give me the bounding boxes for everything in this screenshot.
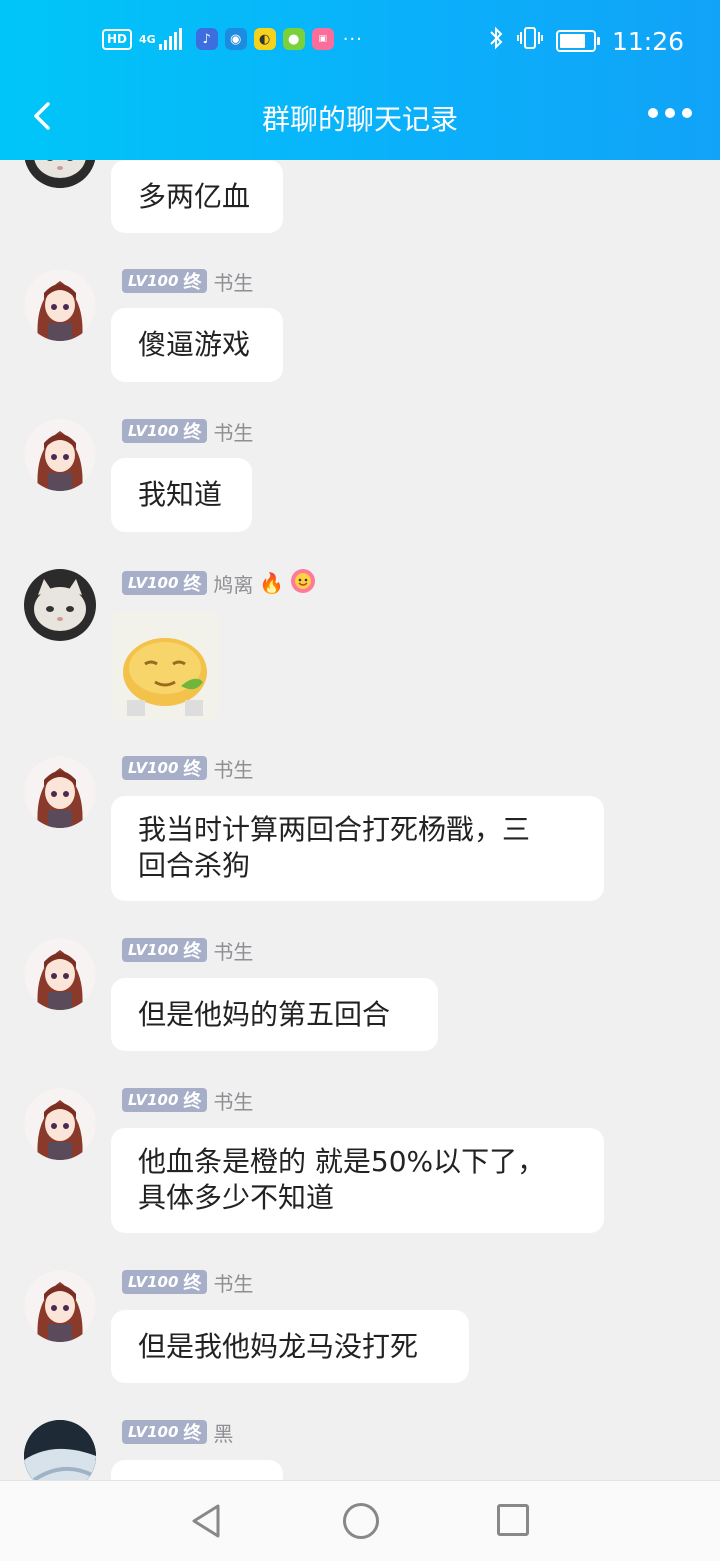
- avatar[interactable]: [24, 938, 96, 1010]
- sender-name: 书生: [213, 1089, 254, 1114]
- clock: 11:26: [611, 26, 684, 56]
- bluetooth-icon: [488, 26, 504, 56]
- avatar[interactable]: [24, 1088, 96, 1160]
- sender-meta: LV100 终 书生: [122, 937, 254, 964]
- system-nav-bar: [0, 1480, 720, 1561]
- sender-meta: LV100 终 书生: [122, 418, 254, 445]
- message-text: 我知道: [138, 478, 223, 511]
- level-badge: LV100 终: [122, 269, 208, 293]
- music-icon: ♪: [195, 28, 218, 50]
- sender-meta: LV100 终 黑: [122, 1419, 234, 1446]
- message-bubble[interactable]: 我知道: [111, 458, 252, 532]
- gold-medal-icon: ●: [282, 28, 305, 50]
- more-notifications-icon: ···: [342, 28, 363, 50]
- nav-back-icon[interactable]: [190, 1503, 222, 1543]
- signal-icon: [158, 28, 189, 50]
- avatar[interactable]: [24, 419, 96, 491]
- more-dots-icon[interactable]: [648, 108, 692, 118]
- level-badge: LV100 终: [122, 756, 208, 780]
- flower-smile-icon: [290, 568, 316, 598]
- message-text: 但是我他妈龙马没打死: [138, 1330, 419, 1363]
- sender-name: 鸠离: [213, 572, 254, 597]
- nav-home-icon[interactable]: [343, 1503, 379, 1539]
- nav-recent-icon[interactable]: [497, 1504, 529, 1536]
- sender-meta: LV100 终 书生: [122, 755, 254, 782]
- avatar[interactable]: [24, 1270, 96, 1342]
- battery-icon: [555, 30, 600, 52]
- level-badge: LV100 终: [122, 419, 208, 443]
- level-badge: LV100 终: [122, 1088, 208, 1112]
- message-text-line: 我当时计算两回合打死杨戬，三: [138, 813, 531, 846]
- level-badge: LV100 终: [122, 1270, 208, 1294]
- sender-name: 书生: [213, 270, 254, 295]
- message-text: 多两亿血: [138, 180, 251, 213]
- sender-name: 黑: [213, 1421, 234, 1446]
- title-bar: 群聊的聊天记录: [0, 82, 720, 160]
- message-bubble[interactable]: 我当时计算两回合打死杨戬，三 回合杀狗: [111, 796, 604, 901]
- message-bubble[interactable]: 多两亿血: [111, 160, 283, 233]
- level-badge: LV100 终: [122, 1420, 208, 1444]
- message-bubble[interactable]: 傻逼游戏: [111, 308, 283, 382]
- sticker-image[interactable]: [111, 612, 219, 720]
- sender-meta: LV100 终 书生: [122, 1087, 254, 1114]
- sender-name: 书生: [213, 420, 254, 445]
- browser-icon: ◉: [224, 28, 247, 50]
- chat-history[interactable]: 多两亿血 LV100 终 书生 傻逼游戏 LV100 终 书生 我知道 LV10…: [0, 0, 720, 1480]
- avatar[interactable]: [24, 269, 96, 341]
- message-bubble[interactable]: [111, 1460, 283, 1480]
- app-header: HD 4G ♪ ◉ ◐ ● ▣ ··· 11:26 群聊的聊天记录: [0, 0, 720, 160]
- vibrate-icon: [516, 26, 544, 56]
- message-bubble[interactable]: 他血条是橙的 就是50%以下了， 具体多少不知道: [111, 1128, 604, 1233]
- battery-fill: [559, 34, 586, 48]
- message-text: 但是他妈的第五回合: [138, 998, 391, 1031]
- status-left: HD 4G ♪ ◉ ◐ ● ▣ ···: [102, 28, 363, 50]
- status-right: 11:26: [488, 26, 684, 56]
- hd-indicator: HD: [102, 28, 133, 50]
- message-text: 傻逼游戏: [138, 328, 251, 361]
- bilibili-icon: ▣: [311, 28, 334, 50]
- message-bubble[interactable]: 但是我他妈龙马没打死: [111, 1310, 469, 1383]
- level-badge: LV100 终: [122, 938, 208, 962]
- message-text-line: 他血条是橙的 就是50%以下了，: [138, 1145, 546, 1178]
- qq-icon: ◐: [253, 28, 276, 50]
- avatar[interactable]: [24, 756, 96, 828]
- fire-icon: 🔥: [259, 571, 285, 595]
- sender-name: 书生: [213, 1271, 254, 1296]
- sender-meta: LV100 终 书生: [122, 1269, 254, 1296]
- message-text-line: 具体多少不知道: [138, 1181, 335, 1214]
- level-badge: LV100 终: [122, 571, 208, 595]
- status-bar: HD 4G ♪ ◉ ◐ ● ▣ ··· 11:26: [0, 0, 720, 82]
- sender-name: 书生: [213, 939, 254, 964]
- avatar-cat[interactable]: [24, 569, 96, 641]
- message-text-line: 回合杀狗: [138, 849, 251, 882]
- sender-meta: LV100 终 鸠离 🔥: [122, 568, 316, 598]
- sender-name: 书生: [213, 757, 254, 782]
- message-bubble[interactable]: 但是他妈的第五回合: [111, 978, 438, 1051]
- network-type: 4G: [139, 32, 156, 46]
- avatar[interactable]: [24, 1420, 96, 1480]
- sender-meta: LV100 终 书生: [122, 268, 254, 295]
- page-title: 群聊的聊天记录: [261, 103, 458, 136]
